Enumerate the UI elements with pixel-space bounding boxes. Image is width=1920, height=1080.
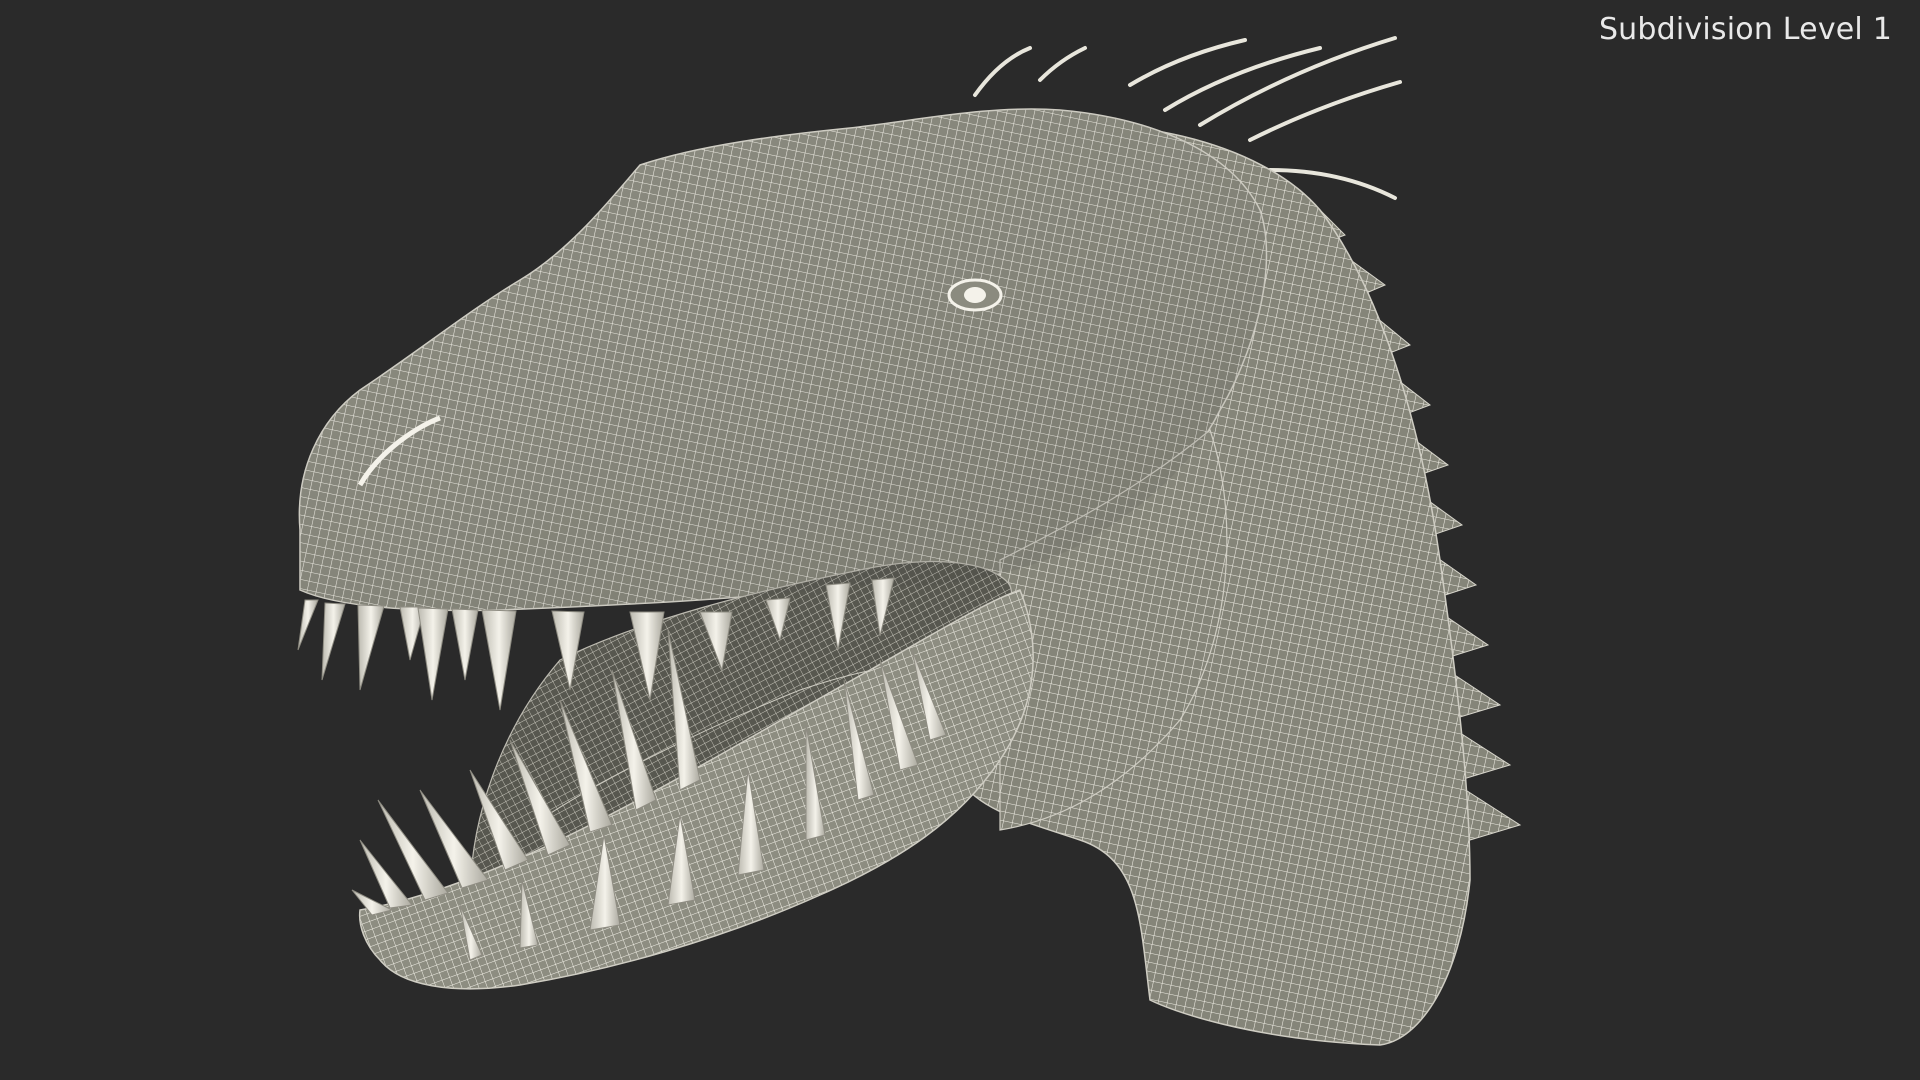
viewport: Subdivision Level 1 — [0, 0, 1920, 1080]
dinosaur-head-render — [297, 36, 1522, 1046]
eye — [947, 278, 1003, 312]
